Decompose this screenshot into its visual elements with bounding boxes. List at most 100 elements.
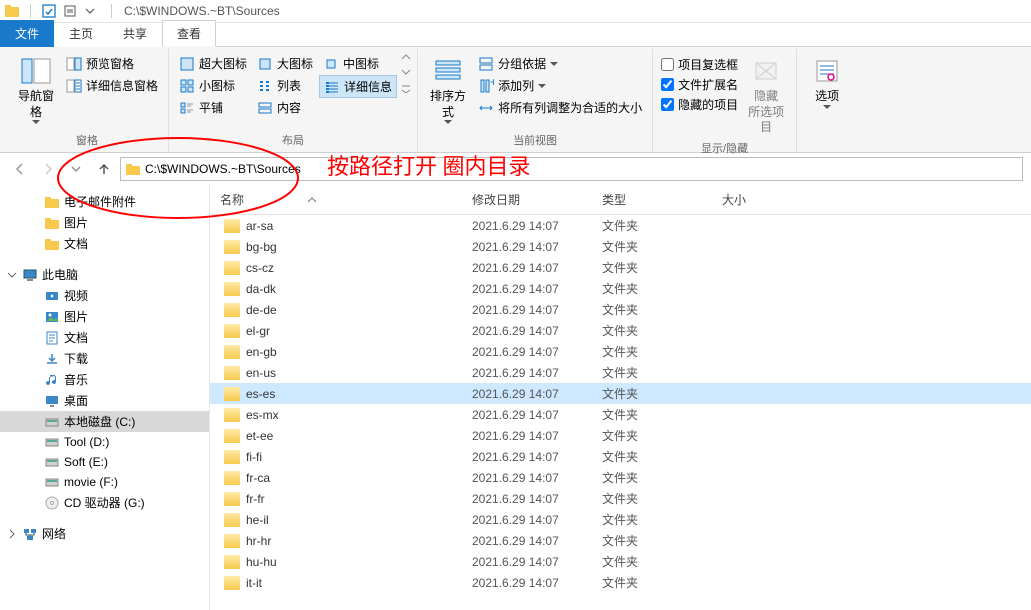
file-date: 2021.6.29 14:07: [464, 429, 594, 443]
forward-button[interactable]: [36, 157, 60, 181]
tree-item[interactable]: 网络: [0, 523, 209, 544]
tree-item-label: 文档: [64, 329, 88, 346]
tree-item[interactable]: 此电脑: [0, 264, 209, 285]
preview-pane-button[interactable]: 预览窗格: [62, 53, 162, 74]
file-row[interactable]: de-de2021.6.29 14:07文件夹: [210, 299, 1031, 320]
sort-by-button[interactable]: 排序方式: [424, 53, 472, 126]
address-input[interactable]: [145, 162, 1018, 176]
chevron-down-icon: [444, 120, 452, 124]
ribbon-group-panes: 导航窗格 预览窗格 详细信息窗格 窗格: [6, 49, 169, 152]
file-row[interactable]: fr-fr2021.6.29 14:07文件夹: [210, 488, 1031, 509]
tree-item[interactable]: Tool (D:): [0, 432, 209, 452]
file-row[interactable]: bg-bg2021.6.29 14:07文件夹: [210, 236, 1031, 257]
navigation-pane-button[interactable]: 导航窗格: [12, 53, 60, 126]
extra-large-icons-button[interactable]: 超大图标: [175, 53, 251, 74]
pictures-icon: [44, 309, 60, 325]
tab-home[interactable]: 主页: [54, 20, 108, 47]
column-type[interactable]: 类型: [594, 185, 714, 214]
file-row[interactable]: fr-ca2021.6.29 14:07文件夹: [210, 467, 1031, 488]
tree-item[interactable]: 文档: [0, 327, 209, 348]
address-bar[interactable]: [120, 157, 1023, 181]
folder-icon: [224, 492, 240, 506]
file-row[interactable]: et-ee2021.6.29 14:07文件夹: [210, 425, 1031, 446]
file-row[interactable]: da-dk2021.6.29 14:07文件夹: [210, 278, 1031, 299]
tree-item[interactable]: 音乐: [0, 369, 209, 390]
hide-selected-button[interactable]: 隐藏 所选项目: [742, 53, 790, 138]
file-row[interactable]: it-it2021.6.29 14:07文件夹: [210, 572, 1031, 593]
file-date: 2021.6.29 14:07: [464, 303, 594, 317]
add-columns-button[interactable]: +添加列: [474, 75, 646, 96]
size-columns-button[interactable]: 将所有列调整为合适的大小: [474, 97, 646, 118]
options-button[interactable]: 选项: [803, 53, 851, 111]
medium-icons-button[interactable]: 中图标: [319, 53, 397, 74]
file-row[interactable]: el-gr2021.6.29 14:07文件夹: [210, 320, 1031, 341]
file-name: et-ee: [246, 429, 273, 443]
file-name: ar-sa: [246, 219, 273, 233]
folder-icon: [44, 215, 60, 231]
tab-file[interactable]: 文件: [0, 20, 54, 47]
qat-dropdown-icon[interactable]: [63, 3, 79, 19]
up-button[interactable]: [92, 157, 116, 181]
file-type: 文件夹: [594, 385, 714, 402]
file-type: 文件夹: [594, 574, 714, 591]
file-type: 文件夹: [594, 553, 714, 570]
file-row[interactable]: es-mx2021.6.29 14:07文件夹: [210, 404, 1031, 425]
column-size[interactable]: 大小: [714, 185, 794, 214]
recent-locations-button[interactable]: [64, 157, 88, 181]
tree-item[interactable]: 下载: [0, 348, 209, 369]
separator: [111, 4, 112, 18]
item-checkboxes-toggle[interactable]: 项目复选框: [659, 55, 740, 74]
tab-share[interactable]: 共享: [108, 20, 162, 47]
qat-properties-icon[interactable]: [41, 3, 57, 19]
expand-gallery-icon[interactable]: [401, 83, 411, 93]
hidden-items-toggle[interactable]: 隐藏的项目: [659, 95, 740, 114]
file-row[interactable]: hr-hr2021.6.29 14:07文件夹: [210, 530, 1031, 551]
file-row[interactable]: hu-hu2021.6.29 14:07文件夹: [210, 551, 1031, 572]
tiles-button[interactable]: 平铺: [175, 97, 251, 118]
tree-item[interactable]: CD 驱动器 (G:): [0, 492, 209, 513]
file-extensions-toggle[interactable]: 文件扩展名: [659, 75, 740, 94]
details-pane-button[interactable]: 详细信息窗格: [62, 75, 162, 96]
large-icons-button[interactable]: 大图标: [253, 53, 317, 74]
tree-item[interactable]: 电子邮件附件: [0, 191, 209, 212]
file-row[interactable]: en-us2021.6.29 14:07文件夹: [210, 362, 1031, 383]
desktop-icon: [44, 393, 60, 409]
file-name: it-it: [246, 576, 262, 590]
back-button[interactable]: [8, 157, 32, 181]
column-date[interactable]: 修改日期: [464, 185, 594, 214]
file-row[interactable]: es-es2021.6.29 14:07文件夹: [210, 383, 1031, 404]
tree-item[interactable]: 视频: [0, 285, 209, 306]
file-row[interactable]: en-gb2021.6.29 14:07文件夹: [210, 341, 1031, 362]
tab-view[interactable]: 查看: [162, 20, 216, 47]
qat-customize-icon[interactable]: [85, 3, 101, 19]
file-row[interactable]: ar-sa2021.6.29 14:07文件夹: [210, 215, 1031, 236]
small-icons-button[interactable]: 小图标: [175, 75, 251, 96]
content-button[interactable]: 内容: [253, 97, 317, 118]
file-type: 文件夹: [594, 490, 714, 507]
tree-item[interactable]: 图片: [0, 212, 209, 233]
navigation-tree[interactable]: 电子邮件附件图片文档此电脑视频图片文档下载音乐桌面本地磁盘 (C:)Tool (…: [0, 185, 210, 610]
group-by-button[interactable]: 分组依据: [474, 53, 646, 74]
tree-item-label: 下载: [64, 350, 88, 367]
file-row[interactable]: fi-fi2021.6.29 14:07文件夹: [210, 446, 1031, 467]
scroll-down-icon[interactable]: [401, 68, 411, 76]
details-view-button[interactable]: 详细信息: [319, 75, 397, 98]
column-name[interactable]: 名称: [210, 185, 464, 214]
list-button[interactable]: 列表: [253, 75, 317, 96]
file-row[interactable]: cs-cz2021.6.29 14:07文件夹: [210, 257, 1031, 278]
docs-icon: [44, 330, 60, 346]
tree-item[interactable]: 本地磁盘 (C:): [0, 411, 209, 432]
tree-item[interactable]: 文档: [0, 233, 209, 254]
file-list[interactable]: 名称 修改日期 类型 大小 ar-sa2021.6.29 14:07文件夹bg-…: [210, 185, 1031, 610]
file-row[interactable]: he-il2021.6.29 14:07文件夹: [210, 509, 1031, 530]
cd-icon: [44, 495, 60, 511]
tree-item[interactable]: 桌面: [0, 390, 209, 411]
tree-item[interactable]: movie (F:): [0, 472, 209, 492]
tree-item[interactable]: Soft (E:): [0, 452, 209, 472]
folder-icon: [224, 471, 240, 485]
scroll-up-icon[interactable]: [401, 53, 411, 61]
pc-icon: [22, 267, 38, 283]
tree-item[interactable]: 图片: [0, 306, 209, 327]
group-label-layout: 布局: [282, 130, 304, 152]
drive-icon: [44, 454, 60, 470]
